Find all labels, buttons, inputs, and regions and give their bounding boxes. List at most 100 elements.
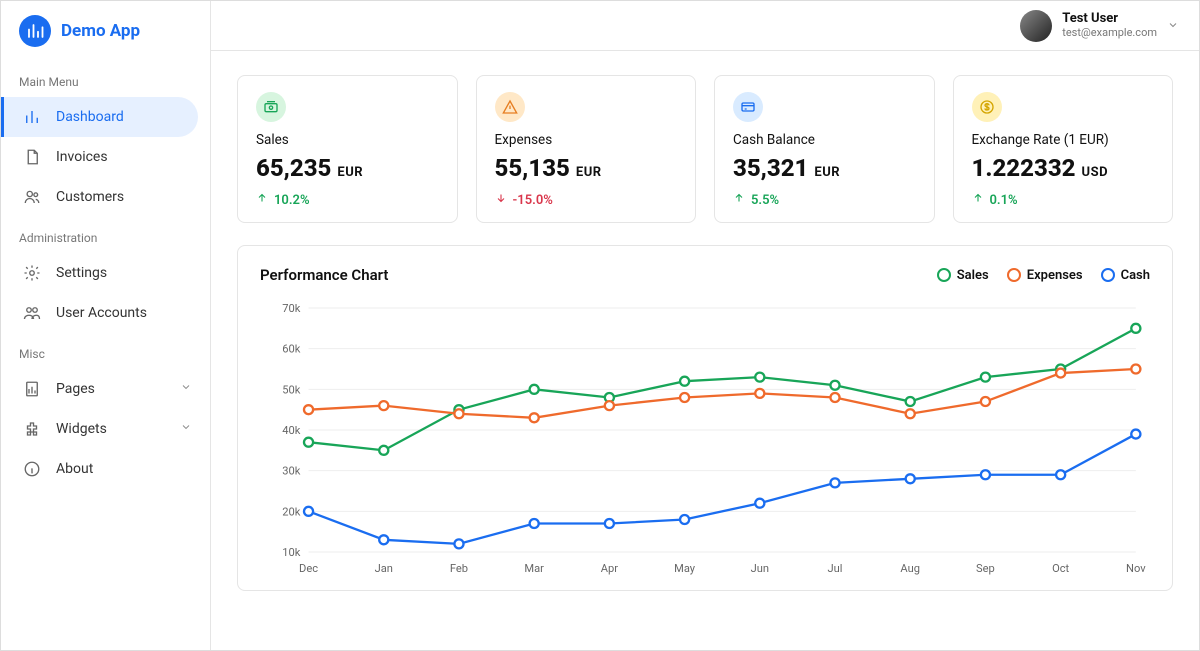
document-icon	[22, 147, 42, 167]
stat-label: Expenses	[495, 132, 678, 148]
legend-label: Cash	[1121, 268, 1150, 283]
stat-card-cash: Cash Balance 35,321 EUR 5.5%	[714, 75, 935, 223]
sidebar-item-label: Invoices	[56, 149, 108, 165]
avatar	[1020, 10, 1052, 42]
sidebar-item-label: Pages	[56, 381, 95, 397]
brand-name: Demo App	[61, 21, 140, 41]
stat-value: 55,135	[495, 154, 570, 182]
sidebar-item-dashboard[interactable]: Dashboard	[1, 97, 198, 137]
legend-swatch-icon	[1007, 268, 1021, 282]
legend-sales[interactable]: Sales	[937, 268, 989, 283]
svg-text:70k: 70k	[282, 302, 301, 315]
user-name: Test User	[1062, 12, 1157, 27]
svg-text:Jan: Jan	[375, 562, 393, 575]
stat-trend: 0.1%	[972, 192, 1155, 208]
page-icon	[22, 379, 42, 399]
arrow-up-icon	[972, 192, 984, 208]
svg-text:Nov: Nov	[1126, 562, 1146, 575]
sidebar-item-label: Widgets	[56, 421, 107, 437]
chart-title: Performance Chart	[260, 266, 388, 284]
stat-card-fx: Exchange Rate (1 EUR) 1.222332 USD 0.1%	[953, 75, 1174, 223]
svg-text:Sep: Sep	[976, 562, 995, 575]
bars-icon	[22, 107, 42, 127]
sidebar-item-customers[interactable]: Customers	[1, 177, 210, 217]
user-menu[interactable]: Test User test@example.com	[1020, 10, 1179, 42]
stat-label: Exchange Rate (1 EUR)	[972, 132, 1155, 148]
stat-trend: 10.2%	[256, 192, 439, 208]
svg-text:Apr: Apr	[601, 562, 619, 575]
stat-card-expenses: Expenses 55,135 EUR -15.0%	[476, 75, 697, 223]
content: Sales 65,235 EUR 10.2% Expenses 55,135 EUR -15.…	[211, 51, 1199, 650]
arrow-up-icon	[733, 192, 745, 208]
series-cash	[304, 430, 1140, 549]
legend-swatch-icon	[937, 268, 951, 282]
sidebar-item-label: Dashboard	[56, 109, 124, 125]
sidebar-item-widgets[interactable]: Widgets	[1, 409, 210, 449]
svg-text:Jun: Jun	[751, 562, 769, 575]
stat-value: 35,321	[733, 154, 808, 182]
dollar-icon	[972, 92, 1002, 122]
arrow-down-icon	[495, 192, 507, 208]
legend-swatch-icon	[1101, 268, 1115, 282]
legend-cash[interactable]: Cash	[1101, 268, 1150, 283]
puzzle-icon	[22, 419, 42, 439]
arrow-up-icon	[256, 192, 268, 208]
sidebar-item-invoices[interactable]: Invoices	[1, 137, 210, 177]
stat-trend: -15.0%	[495, 192, 678, 208]
topbar: Test User test@example.com	[211, 1, 1199, 51]
cash-icon	[256, 92, 286, 122]
svg-text:50k: 50k	[282, 383, 301, 396]
sidebar-section-label: Administration	[1, 217, 210, 253]
brand[interactable]: Demo App	[1, 15, 210, 61]
sidebar-section-label: Main Menu	[1, 61, 210, 97]
stat-trend: 5.5%	[733, 192, 916, 208]
sidebar-item-about[interactable]: About	[1, 449, 210, 489]
svg-text:Dec: Dec	[299, 562, 318, 575]
svg-text:20k: 20k	[282, 505, 301, 518]
svg-text:40k: 40k	[282, 424, 301, 437]
performance-chart-panel: Performance Chart Sales Expenses Cash 10k 2…	[237, 245, 1173, 591]
users-group-icon	[22, 303, 42, 323]
stat-unit: EUR	[814, 165, 840, 180]
stat-value: 1.222332	[972, 154, 1076, 182]
sidebar: Demo App Main Menu Dashboard Invoices Custo…	[1, 1, 211, 650]
performance-chart: 10k 20k 30k 40k 50k 60k 70k Dec Jan Feb Mar Apr May J…	[260, 298, 1150, 578]
stat-value: 65,235	[256, 154, 331, 182]
stat-unit: EUR	[576, 165, 602, 180]
chevron-down-icon	[180, 381, 192, 397]
svg-text:30k: 30k	[282, 465, 301, 478]
legend-expenses[interactable]: Expenses	[1007, 268, 1083, 283]
svg-text:Aug: Aug	[900, 562, 920, 575]
stat-unit: EUR	[337, 165, 363, 180]
stat-card-sales: Sales 65,235 EUR 10.2%	[237, 75, 458, 223]
sidebar-section-label: Misc	[1, 333, 210, 369]
sidebar-item-accounts[interactable]: User Accounts	[1, 293, 210, 333]
gear-icon	[22, 263, 42, 283]
info-icon	[22, 459, 42, 479]
sidebar-item-label: About	[56, 461, 93, 477]
svg-text:60k: 60k	[282, 343, 301, 356]
users-icon	[22, 187, 42, 207]
legend-label: Sales	[957, 268, 989, 283]
svg-text:Oct: Oct	[1052, 562, 1069, 575]
svg-text:Jul: Jul	[828, 562, 843, 575]
stat-unit: USD	[1082, 165, 1109, 180]
alert-icon	[495, 92, 525, 122]
sidebar-item-pages[interactable]: Pages	[1, 369, 210, 409]
svg-text:May: May	[674, 562, 696, 575]
chevron-down-icon	[1167, 16, 1179, 35]
user-email: test@example.com	[1062, 27, 1157, 40]
brand-logo-icon	[19, 15, 51, 47]
stat-label: Sales	[256, 132, 439, 148]
sidebar-item-label: User Accounts	[56, 305, 147, 321]
sidebar-item-label: Settings	[56, 265, 107, 281]
sidebar-item-label: Customers	[56, 189, 124, 205]
svg-text:Mar: Mar	[524, 562, 544, 575]
svg-text:10k: 10k	[282, 546, 301, 559]
chevron-down-icon	[180, 421, 192, 437]
legend-label: Expenses	[1027, 268, 1083, 283]
stat-label: Cash Balance	[733, 132, 916, 148]
card-icon	[733, 92, 763, 122]
sidebar-item-settings[interactable]: Settings	[1, 253, 210, 293]
svg-text:Feb: Feb	[450, 562, 468, 575]
